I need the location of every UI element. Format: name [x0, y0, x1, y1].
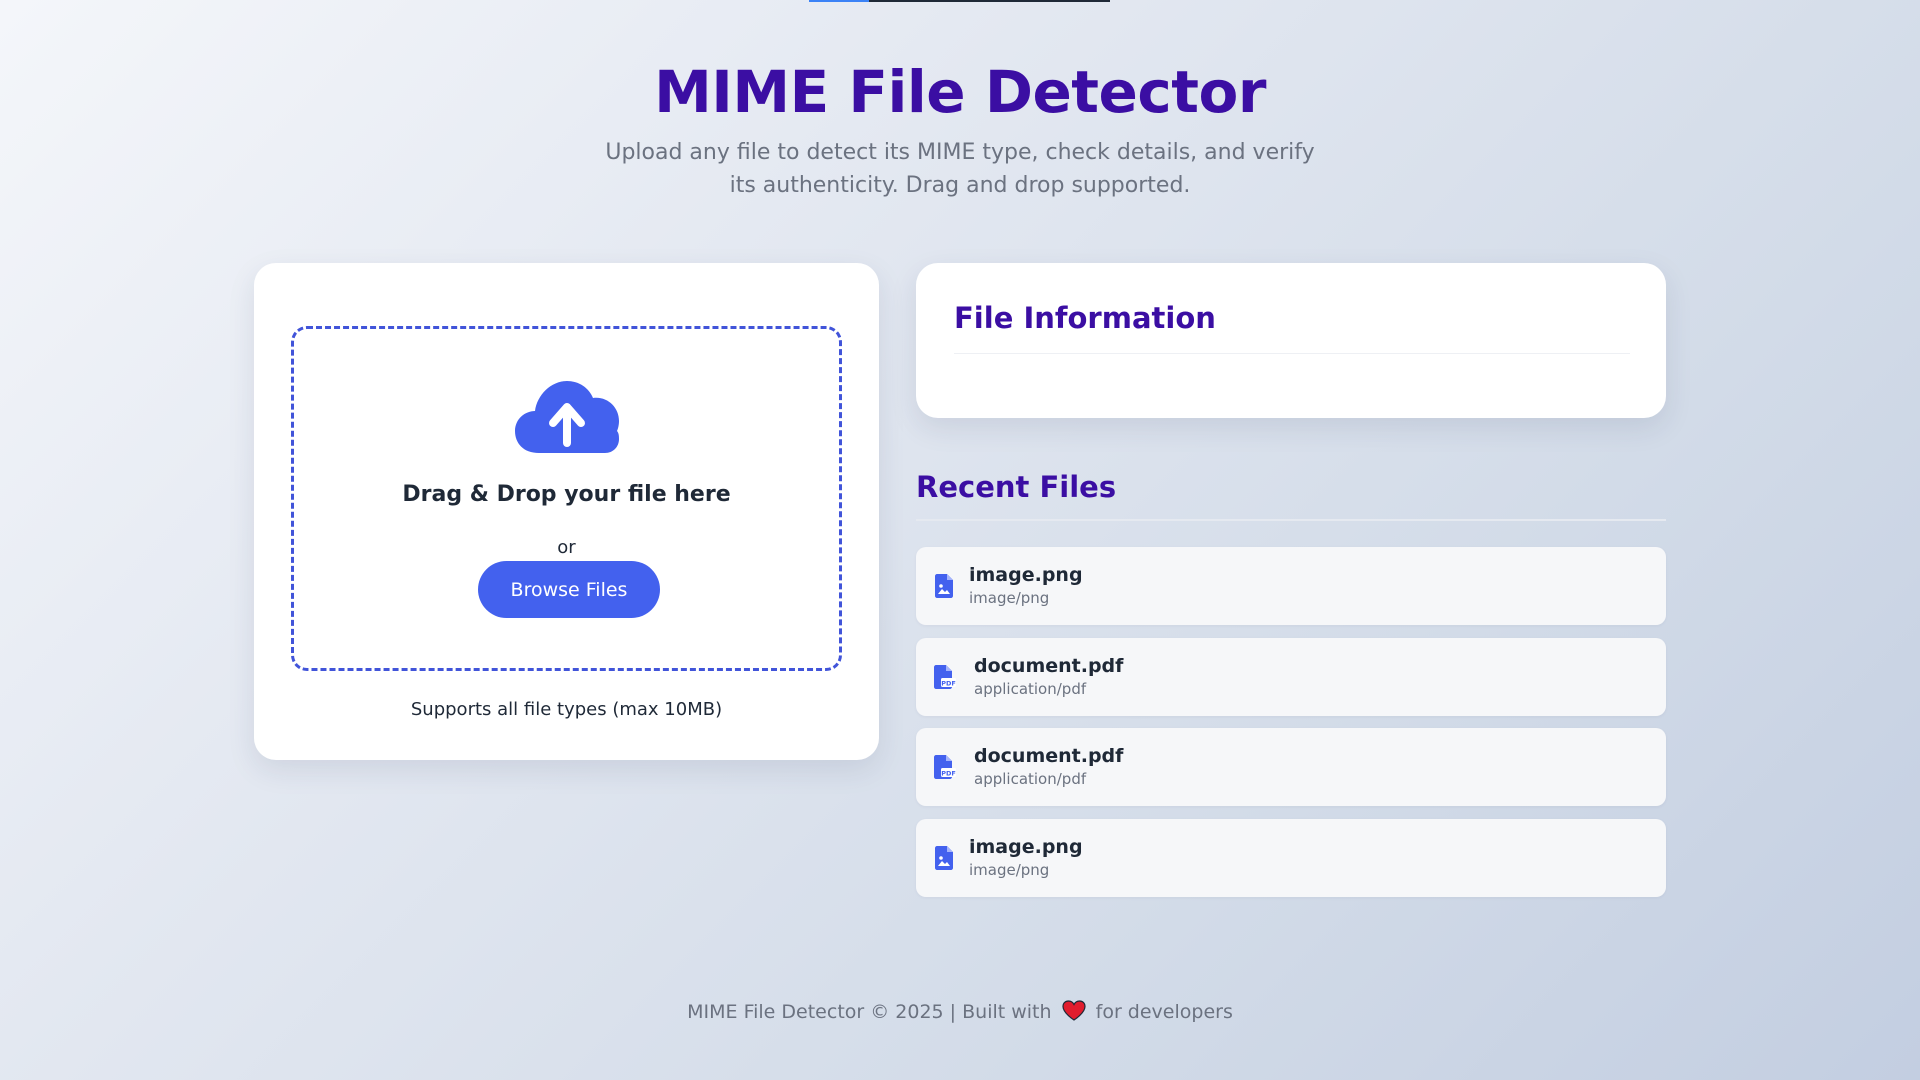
image-file-icon: [935, 574, 953, 598]
file-mime-type: application/pdf: [974, 770, 1087, 788]
file-dropzone[interactable]: Drag & Drop your file here or Browse Fil…: [291, 326, 842, 671]
file-mime-type: image/png: [969, 589, 1050, 607]
heart-icon: [1061, 1000, 1086, 1021]
image-file-icon: [935, 846, 953, 870]
page-header: MIME File Detector Upload any file to de…: [0, 58, 1920, 202]
recent-file-text: image.png image/png: [969, 564, 1083, 608]
file-mime-type: image/png: [969, 861, 1050, 879]
file-name: document.pdf: [974, 655, 1124, 677]
recent-file-text: document.pdf application/pdf: [974, 655, 1123, 699]
recent-file-item[interactable]: PDF document.pdf application/pdf: [916, 638, 1666, 716]
recent-file-item[interactable]: image.png image/png: [916, 819, 1666, 897]
supported-types-note: Supports all file types (max 10MB): [410, 699, 723, 720]
or-label: or: [557, 537, 576, 558]
file-information-card: File Information: [916, 263, 1666, 418]
pdf-file-icon: PDF: [934, 755, 956, 779]
recent-file-item[interactable]: image.png image/png: [916, 547, 1666, 625]
upload-card: Drag & Drop your file here or Browse Fil…: [254, 263, 879, 760]
top-progress-bar: [809, 0, 1110, 2]
recent-files-title: Recent Files: [916, 470, 1117, 504]
recent-file-text: document.pdf application/pdf: [974, 745, 1123, 789]
divider: [954, 353, 1630, 354]
drag-drop-label: Drag & Drop your file here: [402, 482, 731, 507]
cloud-upload-icon: [515, 381, 619, 453]
top-progress-fill: [809, 0, 870, 2]
file-name: image.png: [969, 836, 1083, 858]
pdf-file-icon: PDF: [934, 665, 956, 689]
file-name: document.pdf: [974, 745, 1124, 767]
file-mime-type: application/pdf: [974, 680, 1087, 698]
svg-text:PDF: PDF: [941, 680, 956, 688]
browse-files-button[interactable]: Browse Files: [478, 561, 660, 618]
page-footer: MIME File Detector © 2025 | Built with f…: [0, 1000, 1920, 1023]
file-name: image.png: [969, 564, 1083, 586]
svg-text:PDF: PDF: [941, 770, 956, 778]
file-information-title: File Information: [954, 301, 1216, 335]
recent-file-item[interactable]: PDF document.pdf application/pdf: [916, 728, 1666, 806]
footer-suffix: for developers: [1095, 1001, 1233, 1023]
divider: [916, 519, 1666, 521]
footer-prefix: MIME File Detector © 2025 | Built with: [687, 1001, 1052, 1023]
page-subtitle: Upload any file to detect its MIME type,…: [605, 140, 1315, 198]
recent-file-text: image.png image/png: [969, 836, 1083, 880]
page-title: MIME File Detector: [654, 58, 1266, 126]
